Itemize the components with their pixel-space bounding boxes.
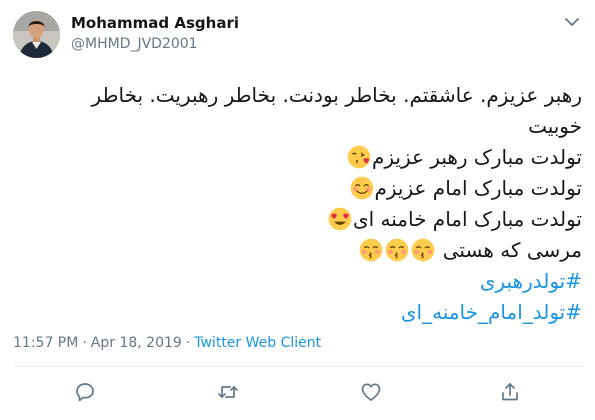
meta-separator: · xyxy=(185,335,191,351)
tweet-line-with-emoji: تولدت مبارک امام خامنه ای xyxy=(22,204,582,235)
tweet-line: خوبیت xyxy=(528,114,582,138)
retweet-icon[interactable] xyxy=(216,380,240,404)
tweet-line-with-emoji: مرسی که هستی xyxy=(22,235,582,266)
display-name[interactable]: Mohammad Asghari xyxy=(71,14,239,32)
avatar[interactable] xyxy=(13,11,60,58)
tweet-card: Mohammad Asghari @MHMD_JVD2001 رهبر عزیز… xyxy=(0,0,595,420)
user-handle[interactable]: @MHMD_JVD2001 xyxy=(71,36,198,52)
tweet-client-link[interactable]: Twitter Web Client xyxy=(194,335,321,351)
kissing-face-with-smiling-eyes-icon xyxy=(360,238,383,262)
tweet-line-text: مرسی که هستی xyxy=(442,238,582,262)
like-icon[interactable] xyxy=(359,380,383,404)
divider xyxy=(13,366,582,367)
face-blowing-kiss-icon xyxy=(347,145,371,169)
smiling-face-with-smiling-eyes-icon xyxy=(350,176,373,200)
smiling-face-with-heart-eyes-icon xyxy=(328,207,352,231)
tweet-meta: 11:57 PM · Apr 18, 2019 · Twitter Web Client xyxy=(13,335,321,351)
reply-icon[interactable] xyxy=(73,380,97,404)
tweet-line-text: تولدت مبارک امام عزیزم xyxy=(374,176,583,200)
tweet-line: رهبر عزیزم. عاشقتم. بخاطر بودنت. بخاطر ر… xyxy=(91,83,582,107)
tweet-time[interactable]: 11:57 PM xyxy=(13,335,78,351)
tweet-line-with-emoji: تولدت مبارک امام عزیزم xyxy=(22,173,582,204)
tweet-line-text: تولدت مبارک امام خامنه ای xyxy=(352,207,582,231)
meta-separator: · xyxy=(82,335,87,351)
avatar-image xyxy=(13,11,60,58)
hashtag-link[interactable]: #تولدرهبری xyxy=(22,266,582,297)
kissing-face-with-smiling-eyes-icon xyxy=(386,238,409,262)
tweet-line-with-emoji: تولدت مبارک رهبر عزیزم xyxy=(22,142,582,173)
chevron-down-icon[interactable] xyxy=(562,12,582,32)
kissing-face-with-smiling-eyes-icon xyxy=(412,238,435,262)
tweet-date[interactable]: Apr 18, 2019 xyxy=(91,335,182,351)
tweet-text: رهبر عزیزم. عاشقتم. بخاطر بودنت. بخاطر ر… xyxy=(22,80,582,328)
share-icon[interactable] xyxy=(498,380,522,404)
hashtag-link[interactable]: #تولد_امام_خامنه_ای xyxy=(22,297,582,328)
tweet-line-text: تولدت مبارک رهبر عزیزم xyxy=(371,145,582,169)
